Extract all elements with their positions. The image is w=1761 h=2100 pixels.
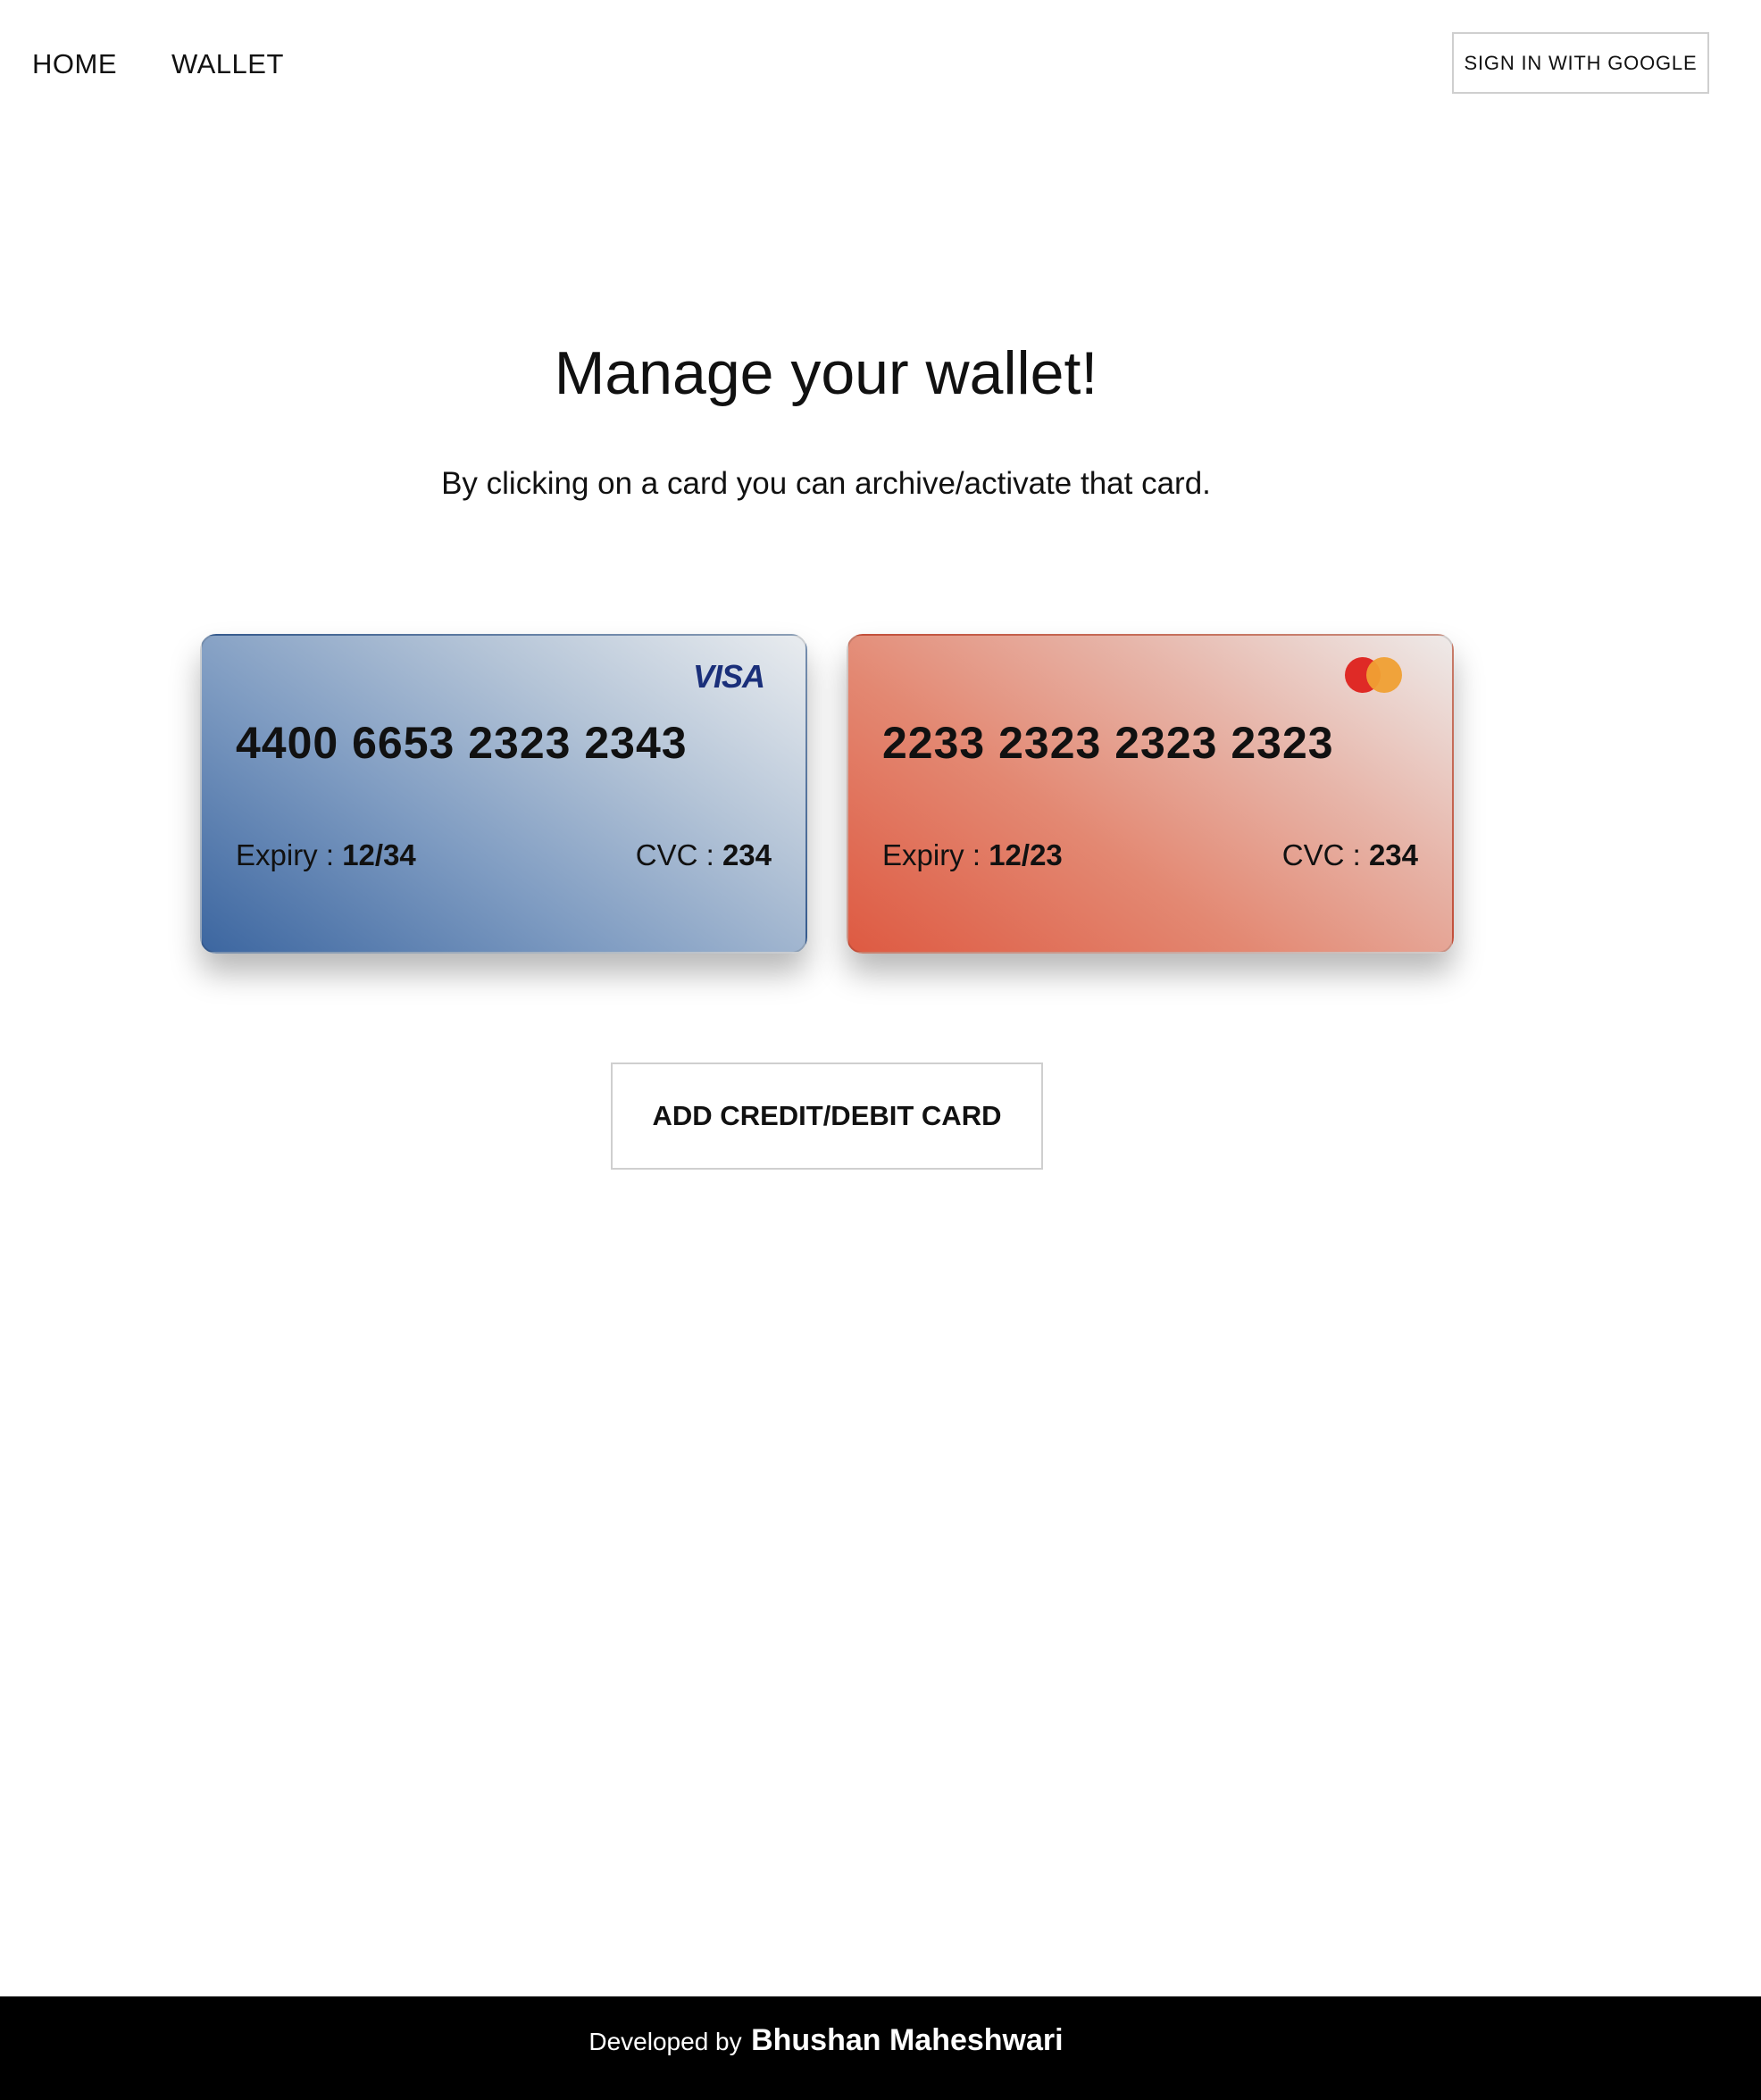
card-cvc-label: CVC :	[1281, 838, 1369, 871]
card-cvc-value: 234	[1368, 838, 1418, 871]
page-title: Manage your wallet!	[554, 339, 1098, 407]
credit-card-mastercard[interactable]: 2233 2323 2323 2323 Expiry : 12/23 CVC :…	[847, 634, 1454, 954]
card-number: 2233 2323 2323 2323	[882, 718, 1334, 768]
card-cvc-label: CVC :	[635, 838, 722, 871]
footer-text: Developed by	[588, 2028, 742, 2055]
mastercard-orange-circle	[1366, 657, 1402, 693]
card-cvc: CVC : 234	[636, 836, 772, 875]
add-credit-debit-card-button[interactable]: ADD CREDIT/DEBIT CARD	[611, 1062, 1043, 1170]
card-expiry-value: 12/34	[342, 838, 416, 871]
top-navigation: HOME WALLET SIGN IN WITH GOOGLE	[0, 0, 1761, 129]
nav-home-link[interactable]: HOME	[32, 46, 117, 82]
card-expiry: Expiry : 12/23	[882, 836, 1063, 875]
footer-credit: Developed by Bhushan Maheshwari	[0, 2023, 1652, 2058]
nav-wallet-link[interactable]: WALLET	[171, 46, 284, 82]
mastercard-icon	[1345, 657, 1404, 693]
card-cvc-value: 234	[722, 838, 772, 871]
card-expiry-label: Expiry :	[882, 838, 989, 871]
footer-developer-name: Bhushan Maheshwari	[751, 2023, 1064, 2057]
card-expiry-value: 12/23	[989, 838, 1063, 871]
card-number: 4400 6653 2323 2343	[236, 718, 688, 768]
page-subtitle: By clicking on a card you can archive/ac…	[441, 466, 1211, 501]
sign-in-with-google-button[interactable]: SIGN IN WITH GOOGLE	[1452, 32, 1709, 94]
visa-logo-icon: VISA	[693, 658, 765, 695]
credit-card-visa[interactable]: VISA 4400 6653 2323 2343 Expiry : 12/34 …	[200, 634, 807, 954]
card-cvc: CVC : 234	[1282, 836, 1418, 875]
footer: Developed by Bhushan Maheshwari	[0, 1996, 1761, 2100]
card-expiry: Expiry : 12/34	[236, 836, 416, 875]
card-expiry-label: Expiry :	[236, 838, 343, 871]
